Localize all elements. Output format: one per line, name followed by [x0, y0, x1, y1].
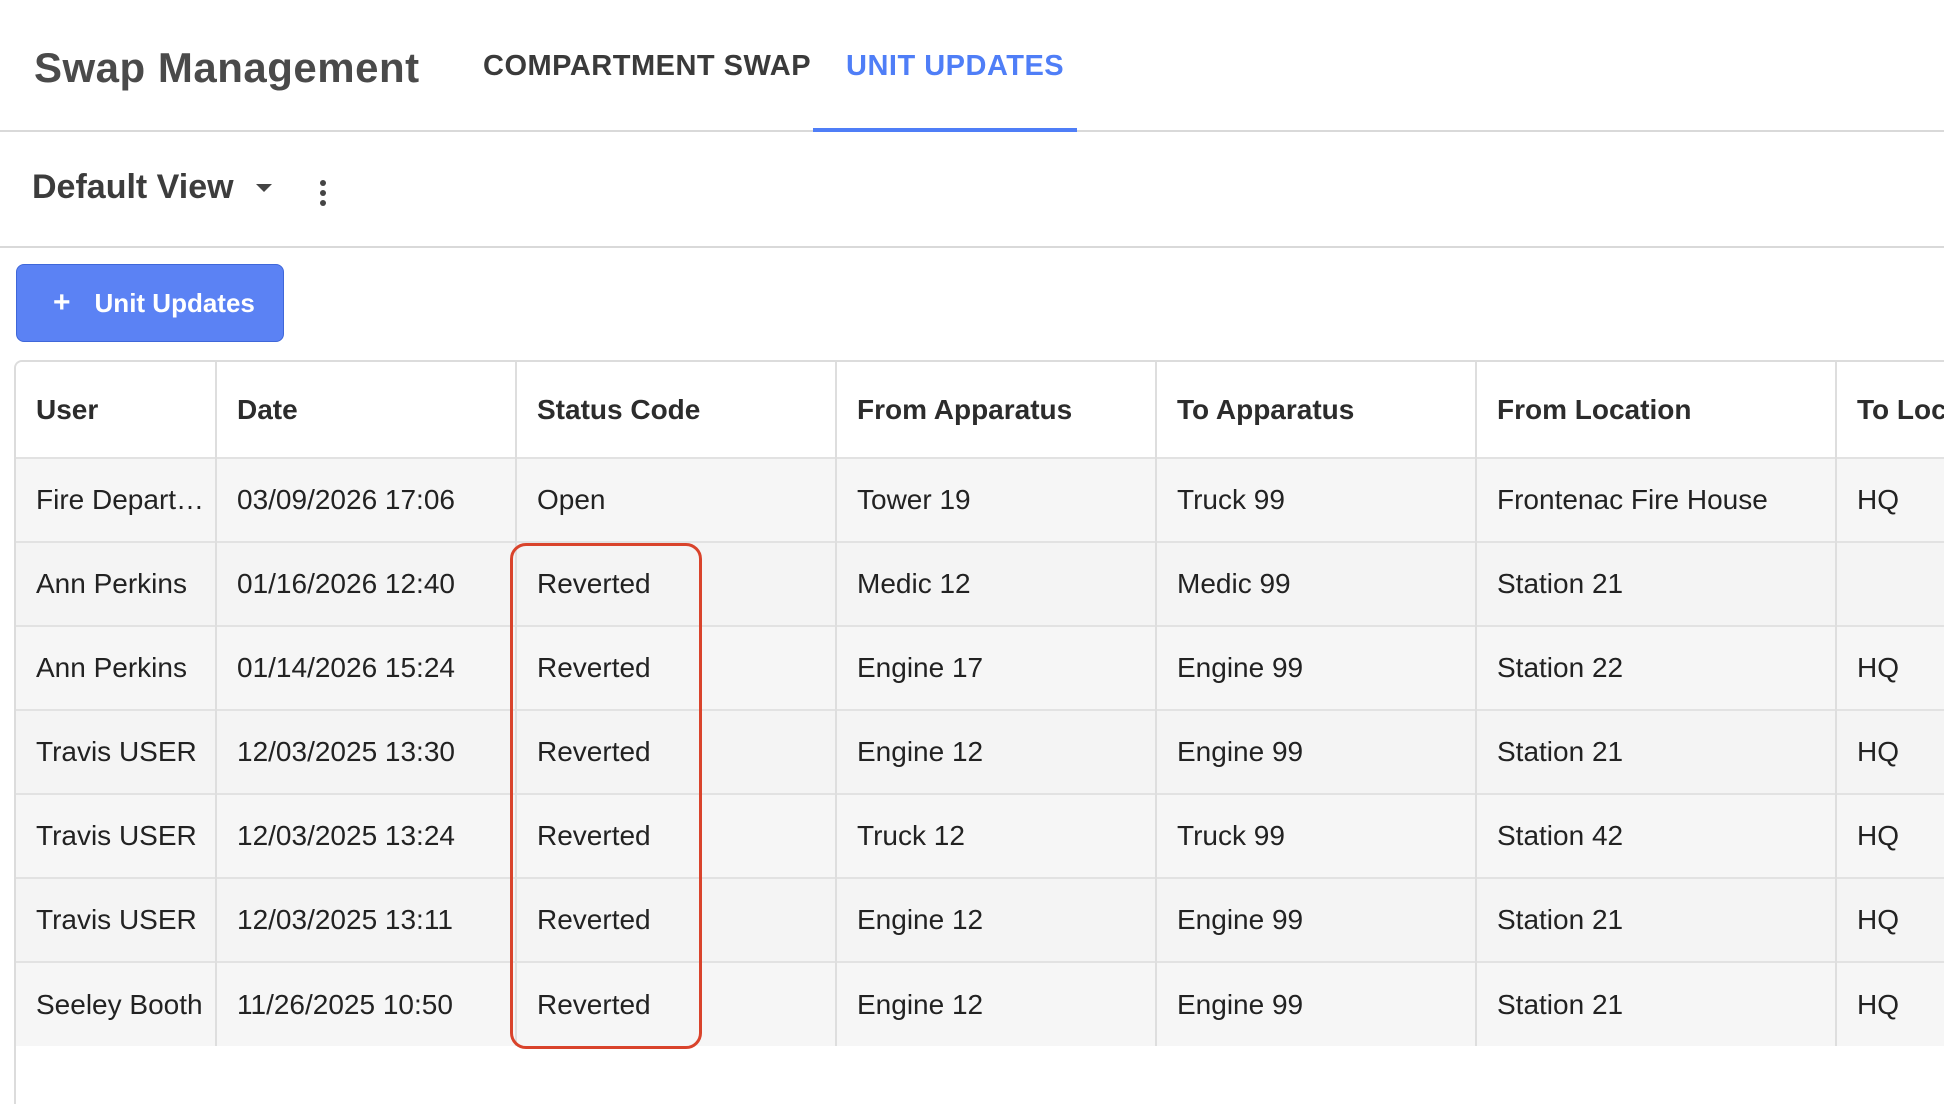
cell-to-apparatus: Engine 99 [1156, 709, 1477, 794]
cell-from-apparatus: Engine 12 [836, 961, 1157, 1046]
cell-user: Travis USER [16, 709, 217, 794]
cell-to-location: HQ [1836, 625, 1944, 710]
column-header-status-code[interactable]: Status Code [516, 362, 837, 458]
cell-from-apparatus: Truck 12 [836, 793, 1157, 878]
cell-date: 12/03/2025 13:30 [216, 709, 517, 794]
cell-status-code: Reverted [516, 793, 837, 878]
unit-updates-table: User Date Status Code From Apparatus To … [14, 360, 1944, 1104]
table-row[interactable]: Travis USER 12/03/2025 13:30 Reverted En… [16, 709, 1944, 794]
cell-from-location: Station 21 [1476, 961, 1837, 1046]
cell-to-apparatus: Medic 99 [1156, 541, 1477, 626]
cell-user: Ann Perkins [16, 541, 217, 626]
tab-compartment-swap[interactable]: COMPARTMENT SWAP [483, 50, 811, 83]
cell-status-code: Reverted [516, 877, 837, 962]
cell-user: Fire Department [16, 457, 217, 542]
cell-from-apparatus: Engine 12 [836, 709, 1157, 794]
cell-to-location [1836, 541, 1944, 626]
cell-to-apparatus: Truck 99 [1156, 793, 1477, 878]
table-row[interactable]: Ann Perkins 01/14/2026 15:24 Reverted En… [16, 625, 1944, 710]
cell-from-location: Station 21 [1476, 709, 1837, 794]
cell-status-code: Reverted [516, 709, 837, 794]
caret-down-icon [255, 183, 272, 192]
cell-date: 12/03/2025 13:11 [216, 877, 517, 962]
cell-status-code: Open [516, 457, 837, 542]
cell-from-location: Station 42 [1476, 793, 1837, 878]
cell-from-location: Station 21 [1476, 541, 1837, 626]
cell-to-location: HQ [1836, 457, 1944, 542]
plus-icon: + [53, 286, 71, 319]
view-label: Default View [32, 168, 234, 206]
tab-unit-updates[interactable]: UNIT UPDATES [846, 50, 1064, 83]
column-header-user[interactable]: User [16, 362, 217, 458]
cell-to-apparatus: Engine 99 [1156, 625, 1477, 710]
app-header: Swap Management COMPARTMENT SWAP UNIT UP… [0, 0, 1944, 132]
add-button-label: Unit Updates [94, 287, 255, 318]
cell-user: Travis USER [16, 877, 217, 962]
cell-from-location: Station 22 [1476, 625, 1837, 710]
cell-from-apparatus: Tower 19 [836, 457, 1157, 542]
cell-to-location: HQ [1836, 793, 1944, 878]
cell-date: 12/03/2025 13:24 [216, 793, 517, 878]
cell-date: 03/09/2026 17:06 [216, 457, 517, 542]
table-row[interactable]: Seeley Booth 11/26/2025 10:50 Reverted E… [16, 961, 1944, 1046]
cell-to-apparatus: Engine 99 [1156, 877, 1477, 962]
view-selector[interactable]: Default View [32, 168, 272, 207]
column-header-to-location[interactable]: To Location [1836, 362, 1944, 458]
cell-to-location: HQ [1836, 961, 1944, 1046]
page-title: Swap Management [34, 44, 420, 91]
cell-to-apparatus: Truck 99 [1156, 457, 1477, 542]
cell-to-location: HQ [1836, 709, 1944, 794]
table-row[interactable]: Ann Perkins 01/16/2026 12:40 Reverted Me… [16, 541, 1944, 626]
cell-from-apparatus: Medic 12 [836, 541, 1157, 626]
table-row[interactable]: Fire Department 03/09/2026 17:06 Open To… [16, 457, 1944, 542]
cell-from-apparatus: Engine 12 [836, 877, 1157, 962]
cell-from-location: Frontenac Fire House [1476, 457, 1837, 542]
kebab-menu-icon[interactable] [316, 180, 330, 210]
cell-date: 01/14/2026 15:24 [216, 625, 517, 710]
cell-user: Travis USER [16, 793, 217, 878]
cell-date: 11/26/2025 10:50 [216, 961, 517, 1046]
cell-date: 01/16/2026 12:40 [216, 541, 517, 626]
cell-to-location: HQ [1836, 877, 1944, 962]
column-header-from-apparatus[interactable]: From Apparatus [836, 362, 1157, 458]
table-row[interactable]: Travis USER 12/03/2025 13:24 Reverted Tr… [16, 793, 1944, 878]
cell-user: Seeley Booth [16, 961, 217, 1046]
cell-from-apparatus: Engine 17 [836, 625, 1157, 710]
add-unit-updates-button[interactable]: + Unit Updates [16, 264, 284, 342]
cell-status-code: Reverted [516, 625, 837, 710]
cell-status-code: Reverted [516, 541, 837, 626]
cell-status-code: Reverted [516, 961, 837, 1046]
cell-from-location: Station 21 [1476, 877, 1837, 962]
cell-to-apparatus: Engine 99 [1156, 961, 1477, 1046]
column-header-from-location[interactable]: From Location [1476, 362, 1837, 458]
table-header-row: User Date Status Code From Apparatus To … [16, 362, 1944, 458]
column-header-to-apparatus[interactable]: To Apparatus [1156, 362, 1477, 458]
table-row[interactable]: Travis USER 12/03/2025 13:11 Reverted En… [16, 877, 1944, 962]
view-toolbar: Default View [0, 132, 1944, 248]
cell-user: Ann Perkins [16, 625, 217, 710]
column-header-date[interactable]: Date [216, 362, 517, 458]
